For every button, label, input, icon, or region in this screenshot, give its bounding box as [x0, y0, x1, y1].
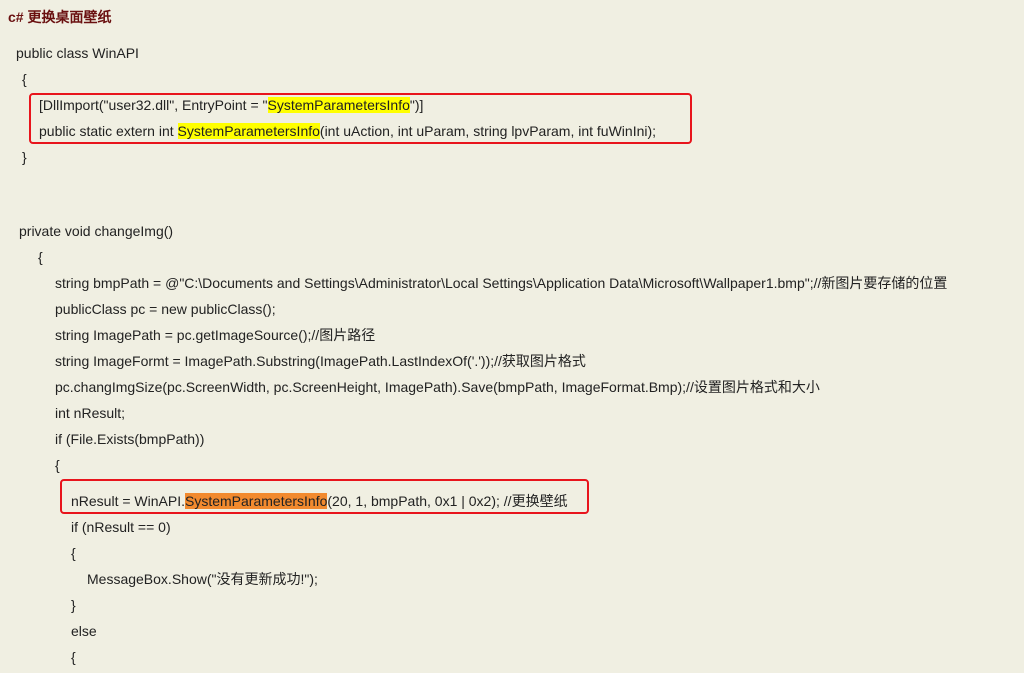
code-line-if-zero: if (nResult == 0)	[71, 519, 171, 535]
code-line-method-decl: private void changeImg()	[19, 223, 174, 239]
highlighted-function-name: SystemParametersInfo	[267, 97, 410, 113]
code-line-brace: }	[22, 149, 27, 165]
highlighted-function-name: SystemParametersInfo	[185, 493, 328, 509]
article-title: c# 更换桌面壁纸	[8, 9, 112, 25]
code-text: nResult = WinAPI.	[71, 493, 185, 509]
code-line-brace: }	[71, 597, 76, 613]
code-line-extern: public static extern int SystemParameter…	[39, 122, 656, 140]
code-line-bmppath: string bmpPath = @"C:\Documents and Sett…	[55, 275, 948, 291]
code-line-else: else	[71, 623, 97, 639]
code-line-imagepath: string ImagePath = pc.getImageSource();/…	[55, 327, 376, 343]
code-line-brace: {	[38, 249, 43, 265]
code-text: (int uAction, int uParam, string lpvPara…	[319, 123, 657, 139]
code-text: ")]	[409, 97, 424, 113]
code-text: public static extern int	[39, 123, 178, 139]
code-text: (20, 1, bmpPath, 0x1 | 0x2); //更换壁纸	[327, 493, 568, 509]
code-line-dllimport: [DllImport("user32.dll", EntryPoint = "S…	[39, 96, 423, 114]
code-line-nresult-decl: int nResult;	[55, 405, 126, 421]
code-line-imageformt: string ImageFormt = ImagePath.Substring(…	[55, 353, 586, 369]
code-line-changsize: pc.changImgSize(pc.ScreenWidth, pc.Scree…	[55, 379, 820, 395]
code-text: [DllImport("user32.dll", EntryPoint = "	[39, 97, 268, 113]
code-line-brace: {	[22, 71, 27, 87]
code-line-pc: publicClass pc = new publicClass();	[55, 301, 276, 317]
code-line-class-decl: public class WinAPI	[16, 45, 139, 61]
highlighted-function-name: SystemParametersInfo	[177, 123, 320, 139]
code-line-brace: {	[71, 649, 76, 665]
code-line-messagebox: MessageBox.Show("没有更新成功!");	[87, 571, 318, 587]
code-line-brace: {	[71, 545, 76, 561]
code-line-brace: {	[55, 457, 60, 473]
code-line-call: nResult = WinAPI.SystemParametersInfo(20…	[71, 492, 568, 510]
code-line-if-exists: if (File.Exists(bmpPath))	[55, 431, 205, 447]
